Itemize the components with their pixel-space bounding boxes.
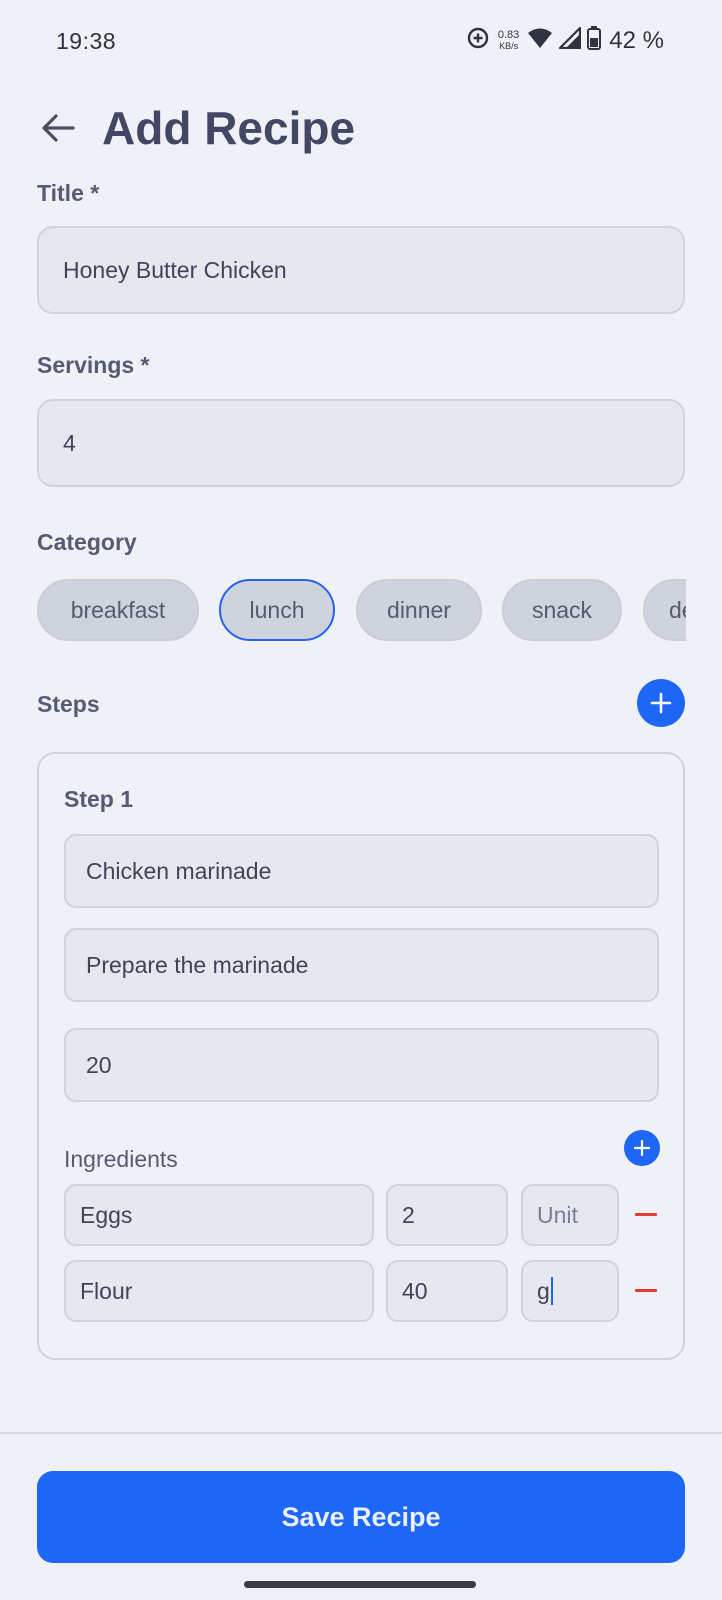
- home-indicator[interactable]: [244, 1581, 476, 1588]
- ingredient-unit-value: g: [537, 1277, 550, 1304]
- category-label: Category: [37, 529, 137, 555]
- status-icons: 0.83 KB/s 42 %: [466, 26, 664, 55]
- step-name-input[interactable]: Chicken marinade: [64, 834, 659, 908]
- servings-label: Servings *: [37, 352, 150, 378]
- title-label: Title *: [37, 180, 100, 206]
- step-title: Step 1: [64, 786, 134, 812]
- status-bar: 19:38 0.83 KB/s 42 %: [0, 0, 722, 86]
- remove-ingredient-button[interactable]: [628, 1197, 664, 1233]
- bottom-divider: [0, 1432, 722, 1434]
- text-cursor: [550, 1277, 553, 1305]
- ingredient-unit-placeholder: Unit: [537, 1201, 578, 1228]
- remove-ingredient-button[interactable]: [628, 1273, 664, 1309]
- ingredient-name-input[interactable]: Flour: [64, 1260, 374, 1322]
- battery-icon: [587, 26, 602, 55]
- step-duration-value: 20: [86, 1051, 112, 1078]
- wifi-icon: [527, 27, 553, 54]
- ingredient-name-value: Flour: [80, 1277, 133, 1304]
- category-chip-dessert[interactable]: de: [643, 579, 686, 641]
- chip-label: de: [669, 596, 686, 623]
- net-speed-value: 0.83: [497, 28, 520, 41]
- title-input[interactable]: Honey Butter Chicken: [37, 226, 685, 314]
- data-saver-icon: [466, 26, 490, 55]
- ingredient-quantity-value: 40: [402, 1277, 428, 1304]
- add-ingredient-button[interactable]: [624, 1130, 660, 1166]
- step-description-input[interactable]: Prepare the marinade: [64, 928, 659, 1002]
- step-description-value: Prepare the marinade: [86, 951, 309, 978]
- ingredient-unit-input[interactable]: Unit: [521, 1184, 619, 1246]
- minus-icon: [635, 1289, 657, 1292]
- step-duration-input[interactable]: 20: [64, 1028, 659, 1102]
- add-step-button[interactable]: [637, 679, 685, 727]
- ingredient-name-value: Eggs: [80, 1201, 133, 1228]
- ingredient-name-input[interactable]: Eggs: [64, 1184, 374, 1246]
- ingredient-quantity-value: 2: [402, 1201, 415, 1228]
- category-chip-list[interactable]: breakfast lunch dinner snack de: [37, 579, 686, 643]
- net-speed: 0.83 KB/s: [497, 28, 520, 52]
- category-chip-dinner[interactable]: dinner: [356, 579, 482, 641]
- ingredient-quantity-input[interactable]: 40: [386, 1260, 508, 1322]
- servings-input-value: 4: [63, 429, 76, 456]
- step-name-value: Chicken marinade: [86, 857, 272, 884]
- category-chip-lunch[interactable]: lunch: [219, 579, 335, 641]
- ingredient-quantity-input[interactable]: 2: [386, 1184, 508, 1246]
- chip-label: breakfast: [70, 596, 166, 623]
- save-recipe-button[interactable]: Save Recipe: [37, 1471, 685, 1563]
- plus-icon: [650, 692, 672, 714]
- chip-label: lunch: [249, 596, 305, 623]
- chip-label: dinner: [387, 596, 451, 623]
- chip-label: snack: [531, 596, 593, 623]
- page-title: Add Recipe: [102, 102, 356, 154]
- status-time: 19:38: [56, 28, 117, 54]
- back-button[interactable]: [36, 106, 80, 150]
- net-speed-unit: KB/s: [499, 40, 519, 51]
- plus-icon: [634, 1140, 650, 1156]
- minus-icon: [635, 1213, 657, 1216]
- title-input-value: Honey Butter Chicken: [63, 256, 287, 283]
- category-chip-breakfast[interactable]: breakfast: [37, 579, 199, 641]
- category-chip-snack[interactable]: snack: [502, 579, 622, 641]
- servings-input[interactable]: 4: [37, 399, 685, 487]
- save-recipe-label: Save Recipe: [281, 1501, 441, 1532]
- ingredients-label: Ingredients: [64, 1146, 178, 1172]
- cell-signal-icon: [559, 26, 582, 54]
- step-card: Step 1 Chicken marinade Prepare the mari…: [37, 752, 685, 1360]
- app-header: Add Recipe: [36, 96, 355, 160]
- battery-level: 42 %: [609, 26, 664, 54]
- ingredient-unit-input[interactable]: g: [521, 1260, 619, 1322]
- arrow-left-icon: [42, 114, 75, 142]
- steps-label: Steps: [37, 691, 100, 717]
